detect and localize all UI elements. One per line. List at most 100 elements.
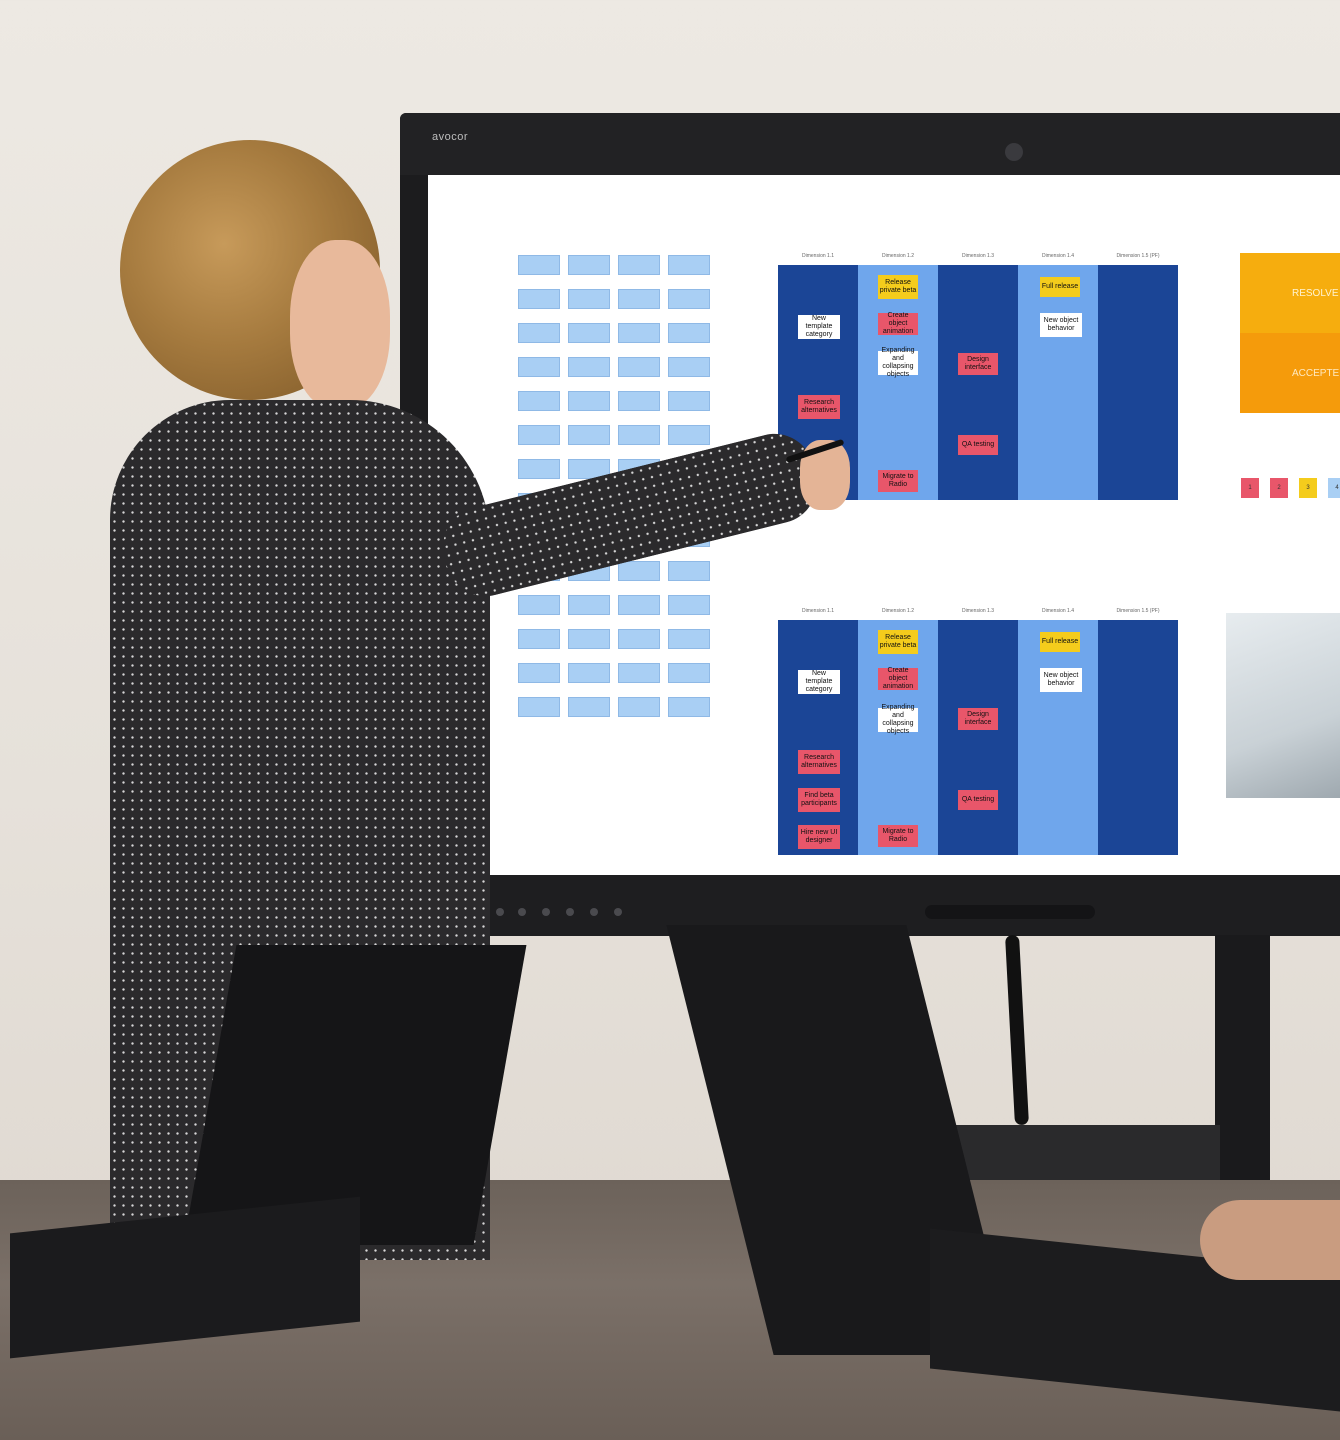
sticky-note[interactable]	[568, 697, 610, 717]
column-header: Dimension 1.2	[882, 608, 914, 614]
sticky-note[interactable]	[618, 289, 660, 309]
sticky-note[interactable]: Research alternatives	[798, 750, 840, 774]
sticky-note[interactable]	[518, 255, 560, 275]
column-header: Dimension 1.5 (PF)	[1116, 608, 1160, 614]
sticky-note[interactable]	[568, 663, 610, 683]
sticky-note[interactable]	[618, 663, 660, 683]
sticky-note[interactable]: Migrate to Radio	[878, 825, 918, 847]
sticky-note[interactable]	[618, 629, 660, 649]
accepted-block[interactable]: ACCEPTE	[1240, 333, 1340, 413]
sticky-note[interactable]	[518, 697, 560, 717]
column-header: Dimension 1.1	[802, 253, 834, 259]
sticky-note[interactable]: Expanding and collapsing objects	[878, 704, 918, 735]
sticky-note[interactable]	[668, 561, 710, 581]
sticky-note[interactable]	[618, 323, 660, 343]
sticky-note[interactable]	[668, 391, 710, 411]
volume-up-icon[interactable]	[614, 908, 622, 916]
sticky-note[interactable]: Full release	[1040, 277, 1080, 297]
sticky-note[interactable]: Expanding and collapsing objects	[878, 347, 918, 378]
home-icon[interactable]	[566, 908, 574, 916]
sticky-note[interactable]	[568, 629, 610, 649]
sticky-note[interactable]	[518, 663, 560, 683]
sticky-note[interactable]	[518, 357, 560, 377]
sticky-note[interactable]	[518, 425, 560, 445]
board-column	[1098, 265, 1178, 500]
sticky-note[interactable]	[568, 255, 610, 275]
sticky-note[interactable]: Full release	[1040, 632, 1080, 652]
sticky-note[interactable]	[668, 357, 710, 377]
resolved-block[interactable]: RESOLVE	[1240, 253, 1340, 333]
sticky-note[interactable]: Release private beta	[878, 630, 918, 654]
person-face	[290, 240, 390, 410]
number-tile[interactable]: 1	[1241, 478, 1259, 498]
back-icon[interactable]	[590, 908, 598, 916]
sticky-note[interactable]: QA testing	[958, 790, 998, 810]
sticky-note[interactable]	[568, 425, 610, 445]
column-header: Dimension 1.3	[962, 608, 994, 614]
sticky-note[interactable]	[618, 357, 660, 377]
volume-down-icon[interactable]	[518, 908, 526, 916]
sticky-note[interactable]	[668, 697, 710, 717]
sticky-note[interactable]	[568, 357, 610, 377]
column-header: Dimension 1.5 (PF)	[1116, 253, 1160, 259]
sticky-note[interactable]: Design interface	[958, 353, 998, 375]
board-column	[938, 265, 1018, 500]
sticky-note[interactable]	[518, 289, 560, 309]
sticky-note[interactable]	[668, 595, 710, 615]
sticky-note[interactable]	[568, 595, 610, 615]
sticky-note[interactable]	[618, 595, 660, 615]
sticky-note[interactable]: New object behavior	[1040, 313, 1082, 337]
board-column	[778, 620, 858, 855]
sticky-note[interactable]	[618, 255, 660, 275]
sticky-note[interactable]: New template category	[798, 315, 840, 339]
sticky-note[interactable]	[518, 595, 560, 615]
sticky-note[interactable]	[618, 391, 660, 411]
sticky-note[interactable]	[668, 323, 710, 343]
column-header: Dimension 1.2	[882, 253, 914, 259]
sticky-note[interactable]: Find beta participants	[798, 788, 840, 812]
sticky-note[interactable]	[518, 323, 560, 343]
sticky-note[interactable]: Create object animation	[878, 312, 918, 335]
sticky-note[interactable]	[668, 289, 710, 309]
sticky-note[interactable]: QA testing	[958, 435, 998, 455]
sticky-note[interactable]: New template category	[798, 670, 840, 694]
number-tile[interactable]: 3	[1299, 478, 1317, 498]
video-call-thumbnail[interactable]	[1226, 613, 1340, 798]
column-header: Dimension 1.1	[802, 608, 834, 614]
column-header: Dimension 1.3	[962, 253, 994, 259]
sticky-note[interactable]	[668, 255, 710, 275]
board-column	[858, 265, 938, 500]
brand-logo: avocor	[432, 131, 469, 143]
number-tile[interactable]: 2	[1270, 478, 1288, 498]
camera-icon	[1005, 143, 1023, 161]
sticky-note[interactable]	[668, 663, 710, 683]
sticky-note[interactable]	[618, 697, 660, 717]
number-tile[interactable]: 4	[1328, 478, 1340, 498]
sticky-note[interactable]	[568, 323, 610, 343]
sticky-note[interactable]: Research alternatives	[798, 395, 840, 419]
sticky-note[interactable]: Design interface	[958, 708, 998, 730]
sticky-note[interactable]	[568, 391, 610, 411]
speaker-grille	[925, 905, 1095, 919]
cable	[1005, 934, 1029, 1126]
display-top-bezel: avocor	[400, 113, 1340, 175]
sticky-note[interactable]	[518, 629, 560, 649]
sticky-note[interactable]: Create object animation	[878, 667, 918, 690]
sticky-note[interactable]: Release private beta	[878, 275, 918, 299]
column-header: Dimension 1.4	[1042, 253, 1074, 259]
sticky-note[interactable]	[618, 561, 660, 581]
power-icon[interactable]	[496, 908, 504, 916]
sticky-note[interactable]: Migrate to Radio	[878, 470, 918, 492]
board-column	[1018, 620, 1098, 855]
sticky-note[interactable]	[618, 425, 660, 445]
board-bottom[interactable]: Dimension 1.1 Dimension 1.2 Dimension 1.…	[778, 608, 1178, 855]
sticky-note[interactable]: New object behavior	[1040, 668, 1082, 692]
sticky-note[interactable]	[668, 629, 710, 649]
sticky-note[interactable]	[518, 391, 560, 411]
sticky-note[interactable]	[518, 459, 560, 479]
board-column	[938, 620, 1018, 855]
sticky-note[interactable]	[568, 289, 610, 309]
sticky-note[interactable]	[668, 425, 710, 445]
sticky-note[interactable]: Hire new UI designer	[798, 825, 840, 849]
input-source-icon[interactable]	[542, 908, 550, 916]
